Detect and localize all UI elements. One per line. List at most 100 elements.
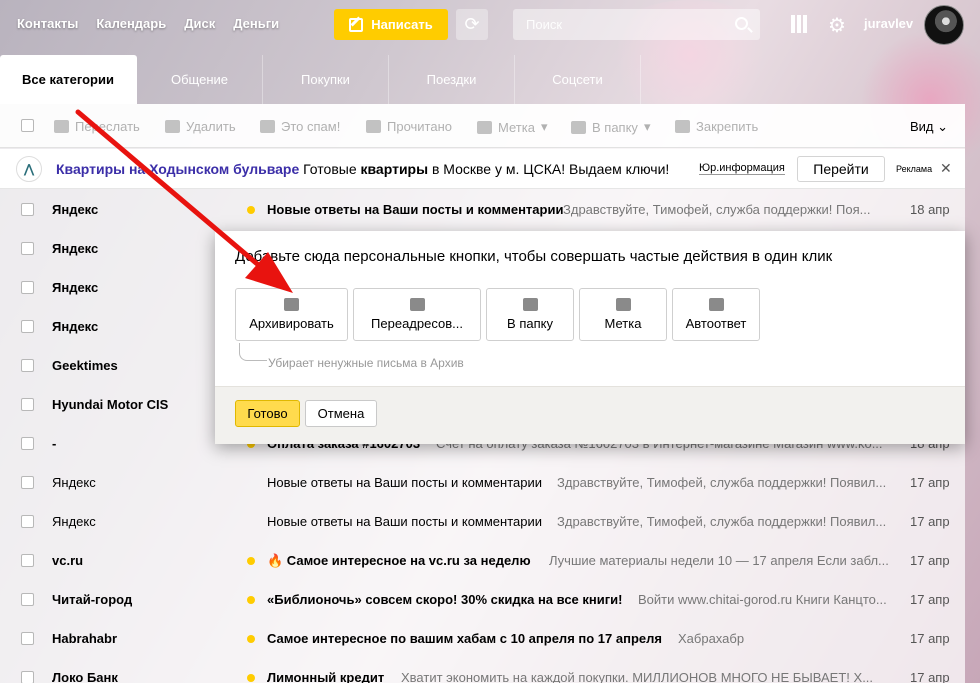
view-dropdown[interactable]: Вид ⌄ — [910, 119, 948, 135]
email-row[interactable]: vc.ru 🔥 Самое интересное на vc.ru за неде… — [0, 541, 965, 580]
redirect-icon — [409, 298, 425, 311]
email-sender: Habrahabr — [52, 631, 118, 646]
email-snippet: Хабрахабр — [678, 631, 745, 646]
email-row[interactable]: Читай-город «Библионочь» совсем скоро! 30… — [0, 580, 965, 619]
select-all-checkbox[interactable] — [21, 119, 34, 132]
trash-icon — [165, 120, 180, 133]
unread-dot-icon[interactable] — [247, 596, 255, 604]
ad-link[interactable]: Квартиры на Ходынском бульваре — [56, 161, 299, 177]
compose-button[interactable]: Написать — [334, 9, 448, 40]
plus-icon — [708, 298, 724, 311]
forward-button[interactable]: Переслать — [54, 119, 140, 134]
email-row[interactable]: Локо Банк Лимонный кредит Хватит экономить… — [0, 658, 965, 683]
delete-button[interactable]: Удалить — [165, 119, 236, 134]
forward-icon — [54, 120, 69, 133]
unread-dot-icon[interactable] — [247, 635, 255, 643]
pin-button[interactable]: Закрепить — [675, 119, 758, 134]
gear-icon[interactable]: ⚙ — [828, 13, 846, 38]
email-snippet: Здравствуйте, Тимофей, служба поддержки!… — [557, 475, 887, 490]
folder-label: В папку — [592, 119, 638, 135]
to-folder-label: В папку — [507, 316, 553, 331]
email-row[interactable]: Яндекс Новые ответы на Ваши посты и комме… — [0, 190, 965, 229]
nav-money[interactable]: Деньги — [233, 16, 279, 31]
ad-go-button[interactable]: Перейти — [797, 156, 885, 182]
nav-calendar[interactable]: Календарь — [96, 16, 166, 31]
email-subject: «Библионочь» совсем скоро! 30% скидка на… — [267, 592, 623, 607]
tab-socialnets[interactable]: Соцсети — [515, 55, 641, 104]
close-icon[interactable]: ✕ — [940, 160, 952, 177]
email-checkbox[interactable] — [21, 554, 34, 567]
email-sender: Яндекс — [52, 475, 96, 490]
label-custom-button[interactable]: Метка — [579, 288, 667, 341]
username[interactable]: juravlev — [864, 16, 913, 31]
custom-buttons-dialog: Добавьте сюда персональные кнопки, чтобы… — [215, 231, 965, 444]
email-row[interactable]: Яндекс Новые ответы на Ваши посты и комме… — [0, 463, 965, 502]
unread-dot-icon[interactable] — [247, 674, 255, 682]
refresh-button[interactable]: ⟳ — [456, 9, 488, 40]
chevron-down-icon: ▾ — [540, 119, 548, 134]
email-snippet: Хватит экономить на каждой покупки. МИЛЛ… — [401, 670, 874, 683]
forward-label: Переслать — [75, 119, 140, 134]
email-row[interactable]: Habrahabr Самое интересное по вашим хабам… — [0, 619, 965, 658]
email-sender: Яндекс — [52, 241, 99, 256]
email-checkbox[interactable] — [21, 593, 34, 606]
email-date: 17 апр — [910, 475, 950, 490]
email-checkbox[interactable] — [21, 242, 34, 255]
email-checkbox[interactable] — [21, 476, 34, 489]
hint-connector — [239, 343, 267, 361]
email-checkbox[interactable] — [21, 320, 34, 333]
top-navigation: Контакты Календарь Диск Деньги — [17, 16, 279, 31]
done-button[interactable]: Готово — [235, 400, 300, 427]
header: Контакты Календарь Диск Деньги Написать … — [0, 0, 980, 50]
email-checkbox[interactable] — [21, 203, 34, 216]
email-sender: vc.ru — [52, 553, 84, 568]
search-input[interactable] — [513, 9, 728, 40]
unread-dot-icon[interactable] — [247, 206, 255, 214]
email-snippet: Войти www.chitai-gorod.ru Книги Канцто..… — [638, 592, 887, 607]
mark-read-button[interactable]: Прочитано — [366, 119, 452, 134]
redirect-label: Переадресов... — [371, 316, 463, 331]
tab-trips[interactable]: Поездки — [389, 55, 515, 104]
unread-dot-icon[interactable] — [247, 557, 255, 565]
ad-text: Квартиры на Ходынском бульваре Готовые к… — [56, 161, 669, 177]
email-sender: Яндекс — [52, 280, 99, 295]
tab-social[interactable]: Общение — [137, 55, 263, 104]
redirect-button[interactable]: Переадресов... — [353, 288, 481, 341]
spam-button[interactable]: Это спам! — [260, 119, 340, 134]
cancel-button[interactable]: Отмена — [305, 400, 377, 427]
email-date: 17 апр — [910, 514, 950, 529]
mark-read-label: Прочитано — [387, 119, 452, 134]
dialog-footer: Готово Отмена — [215, 386, 965, 444]
autoreply-button[interactable]: Автоответ — [672, 288, 760, 341]
tab-all[interactable]: Все категории — [0, 55, 137, 104]
tab-purchases[interactable]: Покупки — [263, 55, 389, 104]
email-checkbox[interactable] — [21, 398, 34, 411]
email-checkbox[interactable] — [21, 359, 34, 372]
archive-button[interactable]: Архивировать — [235, 288, 348, 341]
email-checkbox[interactable] — [21, 671, 34, 683]
nav-disk[interactable]: Диск — [184, 16, 215, 31]
email-row[interactable]: Яндекс Новые ответы на Ваши посты и комме… — [0, 502, 965, 541]
label-button[interactable]: Метка ▾ — [477, 119, 547, 135]
tag-icon — [477, 120, 492, 134]
email-checkbox[interactable] — [21, 281, 34, 294]
search-icon[interactable] — [735, 17, 748, 30]
ad-legal-info-link[interactable]: Юр.информация — [699, 162, 785, 175]
themes-icon[interactable] — [791, 15, 809, 33]
nav-contacts[interactable]: Контакты — [17, 16, 78, 31]
avatar[interactable] — [924, 5, 964, 45]
archive-icon — [284, 298, 299, 311]
to-folder-button[interactable]: В папку — [486, 288, 574, 341]
ad-label: Реклама — [896, 164, 933, 174]
email-sender: Яндекс — [52, 202, 99, 217]
folder-button[interactable]: В папку ▾ — [571, 119, 650, 135]
email-checkbox[interactable] — [21, 632, 34, 645]
chevron-down-icon: ▾ — [643, 119, 651, 134]
email-checkbox[interactable] — [21, 515, 34, 528]
email-sender: - — [52, 436, 57, 451]
email-sender: Яндекс — [52, 319, 99, 334]
email-sender: Hyundai Motor CIS — [52, 397, 169, 412]
category-tabs: Все категории Общение Покупки Поездки Со… — [0, 55, 641, 104]
email-checkbox[interactable] — [21, 437, 34, 450]
ad-logo-icon: ⋀ — [16, 156, 42, 182]
